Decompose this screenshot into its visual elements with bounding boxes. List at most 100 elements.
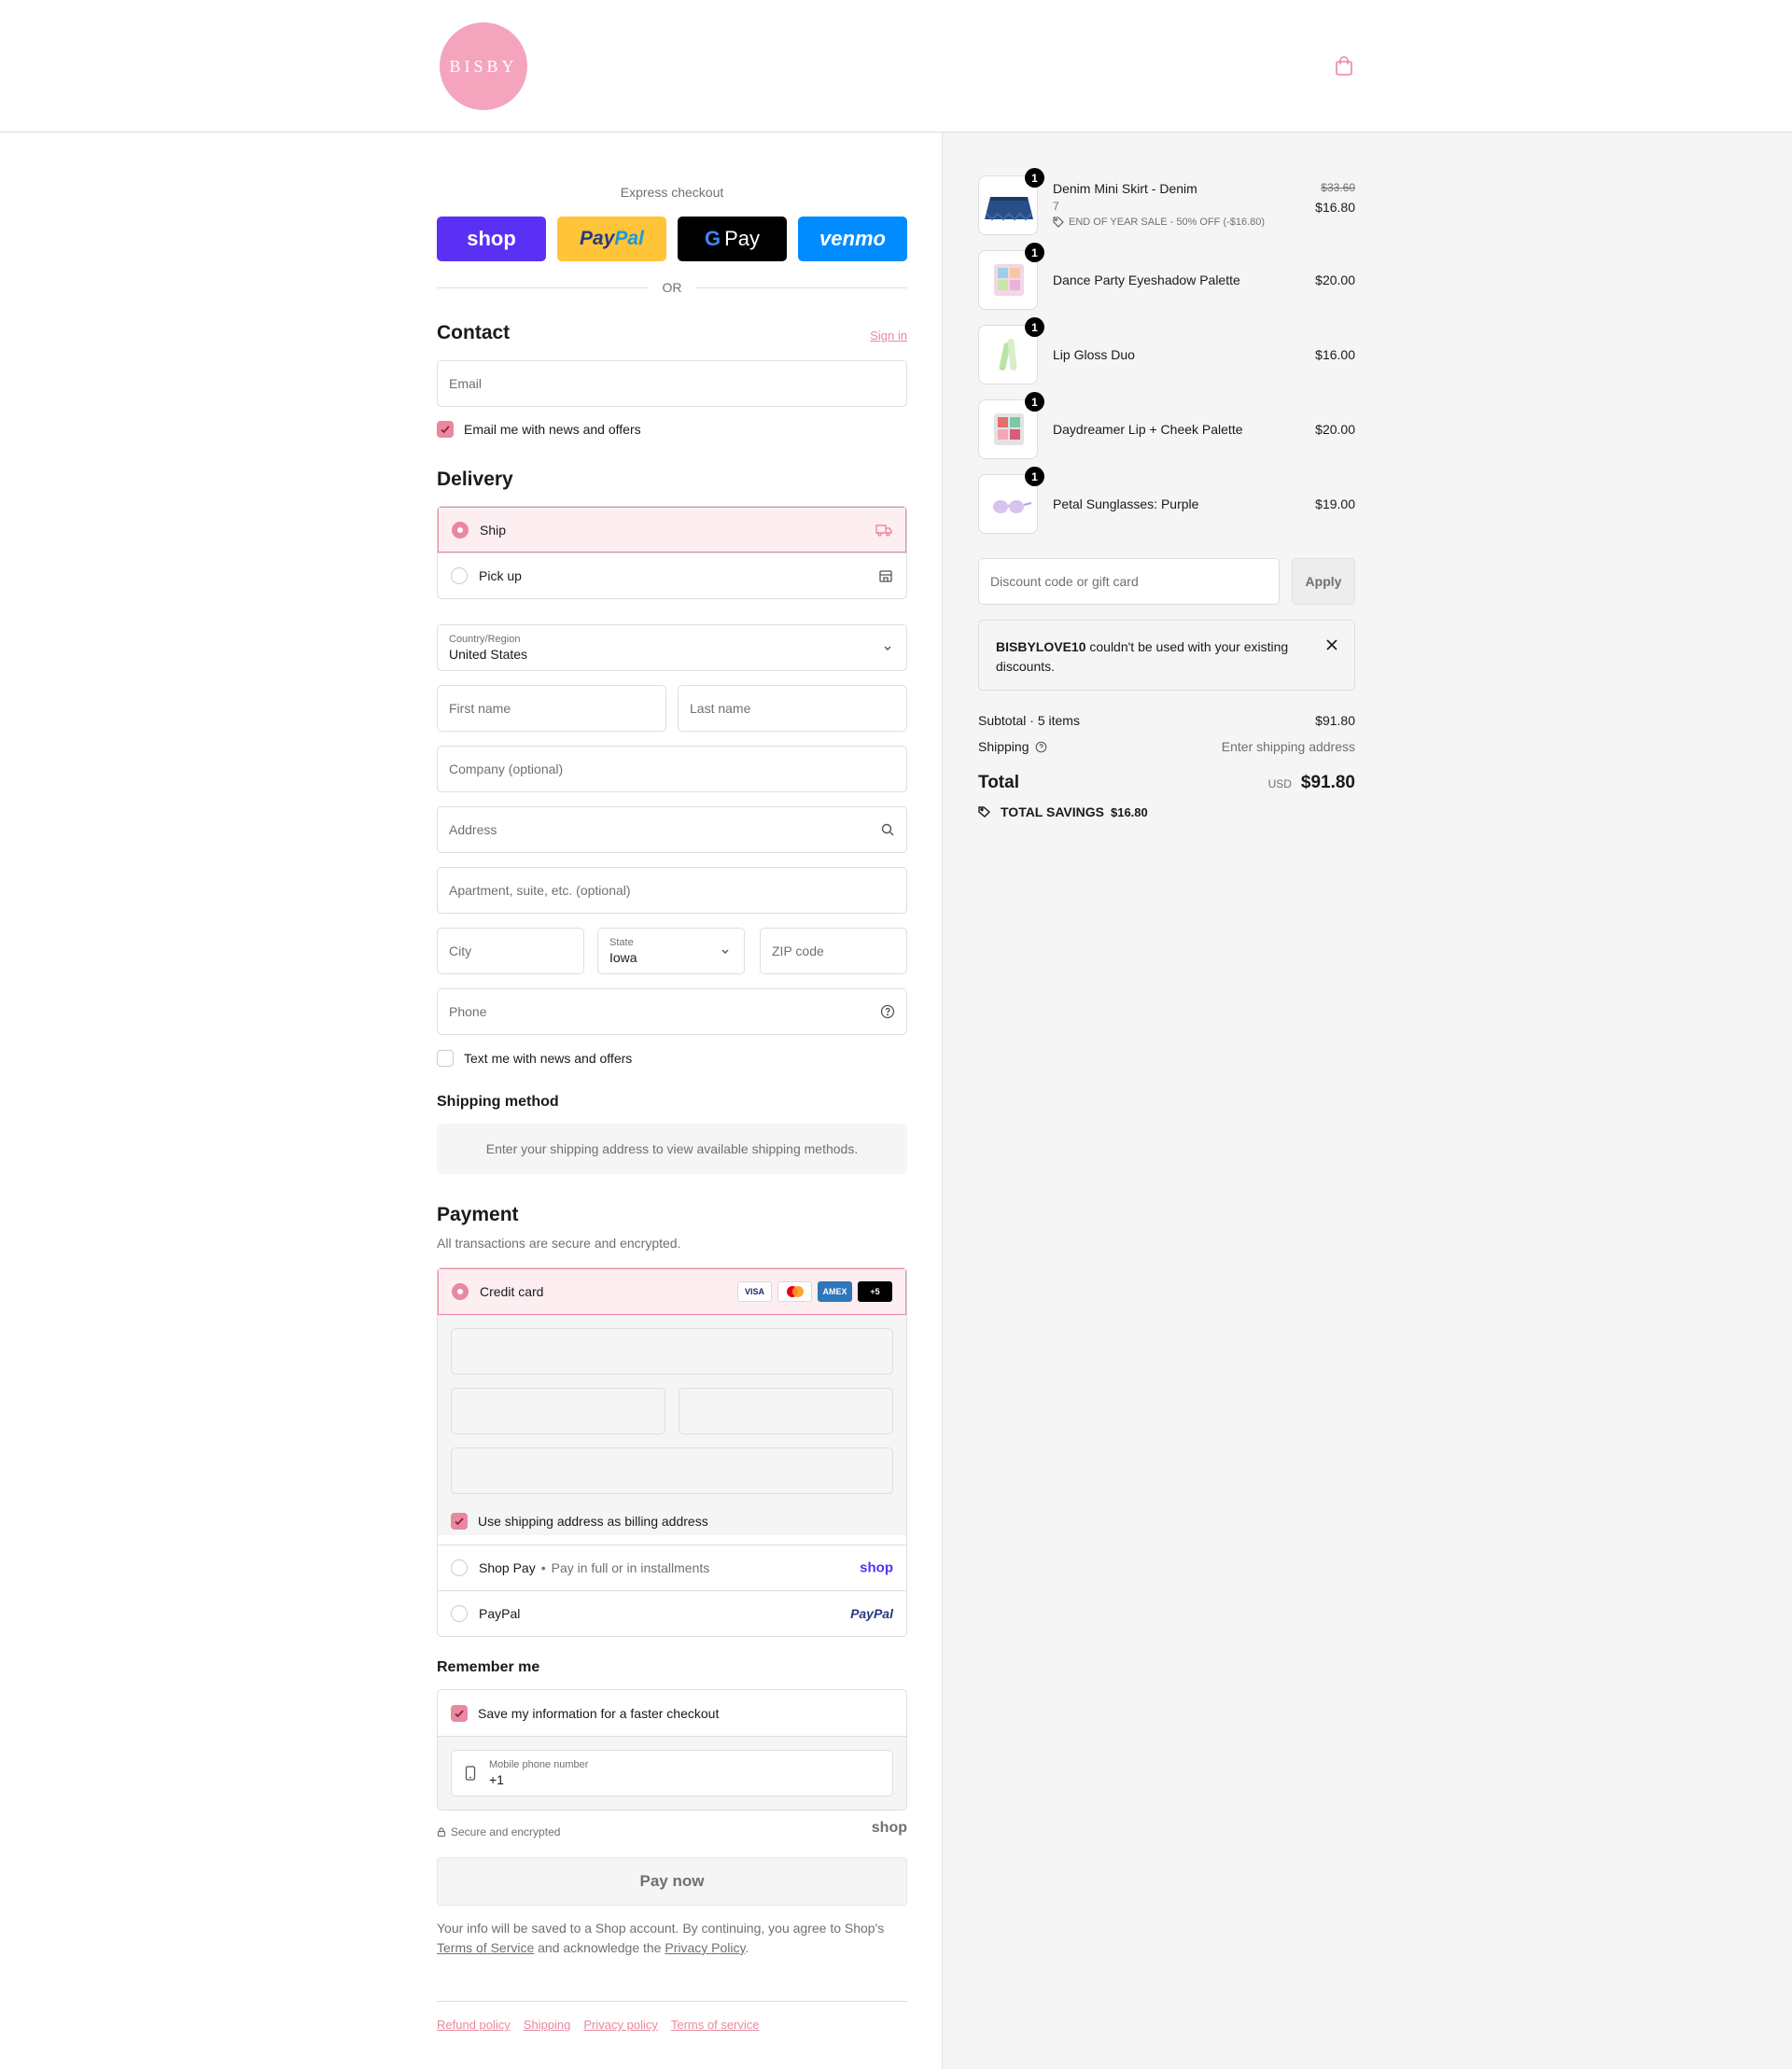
quantity-badge: 1: [1025, 317, 1044, 337]
text-news-checkbox[interactable]: [437, 1050, 454, 1067]
shipping-row: Shipping Enter shipping address: [978, 739, 1355, 754]
paypal-radio[interactable]: [451, 1605, 468, 1622]
shop-logo: shop: [871, 1820, 907, 1836]
shop-pay-express-button[interactable]: shop: [437, 217, 546, 261]
pay-now-button[interactable]: Pay now: [437, 1857, 907, 1906]
header: BISBY: [0, 0, 1792, 133]
country-select[interactable]: Country/Region United States: [437, 624, 907, 671]
total-row: Total USD $91.80: [978, 773, 1355, 793]
payment-option-paypal[interactable]: PayPal PayPal: [438, 1590, 906, 1636]
shop-pay-radio[interactable]: [451, 1559, 468, 1576]
card-expiry-field[interactable]: [451, 1388, 665, 1434]
remember-me-box: Save my information for a faster checkou…: [437, 1689, 907, 1810]
ship-radio[interactable]: [452, 521, 469, 538]
shop-pay-label: Shop Pay: [479, 1560, 536, 1575]
save-info-row[interactable]: Save my information for a faster checkou…: [438, 1690, 906, 1736]
delivery-option-pickup[interactable]: Pick up: [438, 552, 906, 598]
tag-icon: [978, 806, 991, 818]
payment-option-shop-pay[interactable]: Shop Pay • Pay in full or in installment…: [438, 1545, 906, 1590]
refund-policy-link[interactable]: Refund policy: [437, 2018, 511, 2032]
email-news-label: Email me with news and offers: [464, 422, 641, 437]
text-news-checkbox-row[interactable]: Text me with news and offers: [437, 1050, 632, 1067]
paypal-express-button[interactable]: Pay Pal: [557, 217, 666, 261]
delivery-option-ship[interactable]: Ship: [438, 507, 906, 552]
chevron-down-icon: [721, 949, 729, 954]
company-field[interactable]: Company (optional): [437, 746, 907, 792]
pickup-radio[interactable]: [451, 567, 468, 584]
store-logo[interactable]: BISBY: [440, 22, 527, 110]
credit-card-form: Use shipping address as billing address: [438, 1314, 906, 1535]
terms-of-service-link[interactable]: Terms of service: [671, 2018, 760, 2032]
google-g-icon: G: [704, 227, 721, 250]
city-field[interactable]: City: [437, 928, 584, 974]
credit-card-radio[interactable]: [452, 1283, 469, 1300]
discount-code-input[interactable]: Discount code or gift card: [978, 558, 1280, 605]
item-name: Denim Mini Skirt - Denim: [1053, 181, 1197, 196]
country-value: United States: [449, 647, 528, 662]
total-savings-label: TOTAL SAVINGS: [1001, 804, 1104, 819]
quantity-badge: 1: [1025, 243, 1044, 262]
card-cvv-field[interactable]: [679, 1388, 893, 1434]
phone-field[interactable]: Phone: [437, 988, 907, 1035]
apartment-field[interactable]: Apartment, suite, etc. (optional): [437, 867, 907, 914]
save-info-checkbox[interactable]: [451, 1704, 468, 1722]
discount-row: Discount code or gift card Apply: [978, 558, 1355, 605]
total-savings-row: TOTAL SAVINGS $16.80: [978, 804, 1148, 819]
billing-checkbox[interactable]: [451, 1513, 468, 1530]
phone-placeholder: Phone: [449, 1004, 487, 1019]
billing-checkbox-row[interactable]: Use shipping address as billing address: [451, 1507, 893, 1535]
item-old-price: $33.60: [1321, 181, 1355, 194]
help-circle-icon[interactable]: [880, 1004, 895, 1019]
quantity-badge: 1: [1025, 467, 1044, 486]
sign-in-link[interactable]: Sign in: [870, 329, 907, 343]
close-icon[interactable]: [1326, 639, 1337, 650]
shipping-label: Shipping: [978, 739, 1029, 754]
zip-field[interactable]: ZIP code: [760, 928, 907, 974]
contact-heading: Contact: [437, 322, 511, 343]
legal-text-b: and acknowledge the: [538, 1940, 662, 1955]
mastercard-icon: [777, 1281, 812, 1302]
discount-code: BISBYLOVE10: [996, 639, 1086, 654]
shop-pay-logo: shop: [860, 1559, 893, 1576]
apply-discount-button[interactable]: Apply: [1292, 558, 1355, 605]
item-name: Lip Gloss Duo: [1053, 347, 1135, 362]
venmo-express-button[interactable]: venmo: [798, 217, 907, 261]
total-label: Total: [978, 773, 1019, 792]
country-label: Country/Region: [449, 634, 521, 645]
lock-icon: [437, 1827, 446, 1837]
or-divider: OR: [437, 278, 907, 297]
payment-option-credit-card[interactable]: Credit card VISA AMEX +5: [438, 1268, 906, 1314]
card-name-field[interactable]: [451, 1447, 893, 1494]
shipping-link[interactable]: Shipping: [524, 2018, 571, 2032]
line-item: 1 Lip Gloss Duo $16.00: [978, 317, 1355, 384]
or-label: OR: [662, 280, 682, 295]
card-number-field[interactable]: [451, 1328, 893, 1375]
state-label: State: [609, 937, 634, 948]
line-item: 1 Petal Sunglasses: Purple $19.00: [978, 467, 1355, 534]
email-news-checkbox[interactable]: [437, 421, 454, 438]
search-icon: [881, 823, 894, 836]
first-name-field[interactable]: First name: [437, 685, 666, 732]
line-item: 1 Dance Party Eyeshadow Palette $20.00: [978, 243, 1355, 310]
shop-terms-link[interactable]: Terms of Service: [437, 1940, 534, 1955]
last-name-field[interactable]: Last name: [678, 685, 907, 732]
mobile-phone-label: Mobile phone number: [489, 1759, 589, 1770]
address-field[interactable]: Address: [437, 806, 907, 853]
email-field[interactable]: Email: [437, 360, 907, 407]
shopping-bag-icon[interactable]: [1335, 56, 1353, 77]
google-pay-express-button[interactable]: G Pay: [678, 217, 787, 261]
mobile-phone-icon: [465, 1766, 476, 1781]
tag-icon: [1053, 217, 1064, 228]
pickup-label: Pick up: [479, 568, 522, 583]
subtotal-value: $91.80: [1315, 713, 1355, 728]
card-badges: VISA AMEX +5: [732, 1281, 892, 1302]
email-news-checkbox-row[interactable]: Email me with news and offers: [437, 421, 641, 438]
help-circle-icon[interactable]: [1035, 741, 1047, 753]
state-select[interactable]: State Iowa: [597, 928, 745, 974]
logo-text: BISBY: [449, 56, 518, 76]
mobile-phone-field[interactable]: Mobile phone number +1: [451, 1750, 893, 1796]
shop-privacy-link[interactable]: Privacy Policy: [665, 1940, 745, 1955]
line-item: 1 Daydreamer Lip + Cheek Palette $20.00: [978, 392, 1355, 459]
state-value: Iowa: [609, 950, 637, 965]
privacy-policy-link[interactable]: Privacy policy: [583, 2018, 657, 2032]
